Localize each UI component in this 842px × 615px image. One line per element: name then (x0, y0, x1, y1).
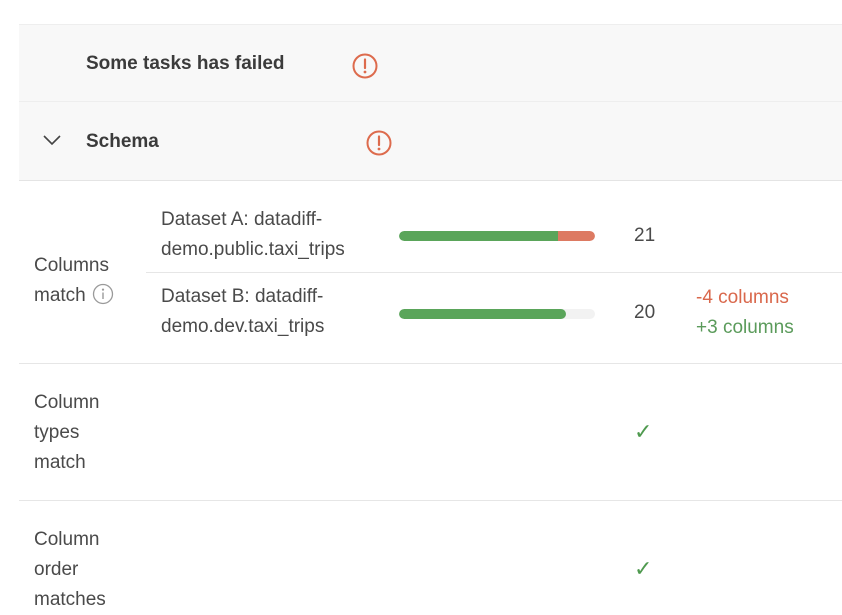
dataset-b-matched-bar (399, 309, 566, 319)
info-icon[interactable] (92, 283, 114, 305)
divider (146, 272, 842, 273)
alert-circle-icon (352, 53, 378, 79)
dataset-a-column-count: 21 (634, 225, 656, 246)
divider (19, 363, 842, 364)
dataset-a-column-bar (399, 231, 595, 241)
alert-circle-icon (366, 130, 392, 156)
status-title: Some tasks has failed (86, 53, 285, 74)
columns-match-label: Columns match (34, 251, 114, 311)
dataset-a-name: Dataset A: datadiff- demo.public.taxi_tr… (161, 209, 345, 260)
removed-columns-diff: -4 columns (696, 287, 789, 308)
check-icon: ✓ (634, 419, 653, 444)
dataset-a-matched-bar (399, 231, 558, 241)
check-icon: ✓ (634, 556, 653, 581)
dataset-b-column-count: 20 (634, 302, 656, 323)
schema-title: Schema (86, 131, 159, 152)
chevron-down-icon (43, 135, 61, 146)
dataset-b-column-bar (399, 309, 595, 319)
dataset-a-mismatched-bar (557, 231, 595, 241)
divider (19, 500, 842, 501)
status-banner: Some tasks has failed (19, 24, 842, 102)
column-order-matches-label: Column order matches (34, 529, 106, 610)
column-types-match-label: Column types match (34, 392, 100, 473)
added-columns-diff: +3 columns (696, 317, 794, 338)
schema-section-toggle[interactable]: Schema (19, 102, 842, 181)
dataset-b-name: Dataset B: datadiff- demo.dev.taxi_trips (161, 286, 325, 337)
